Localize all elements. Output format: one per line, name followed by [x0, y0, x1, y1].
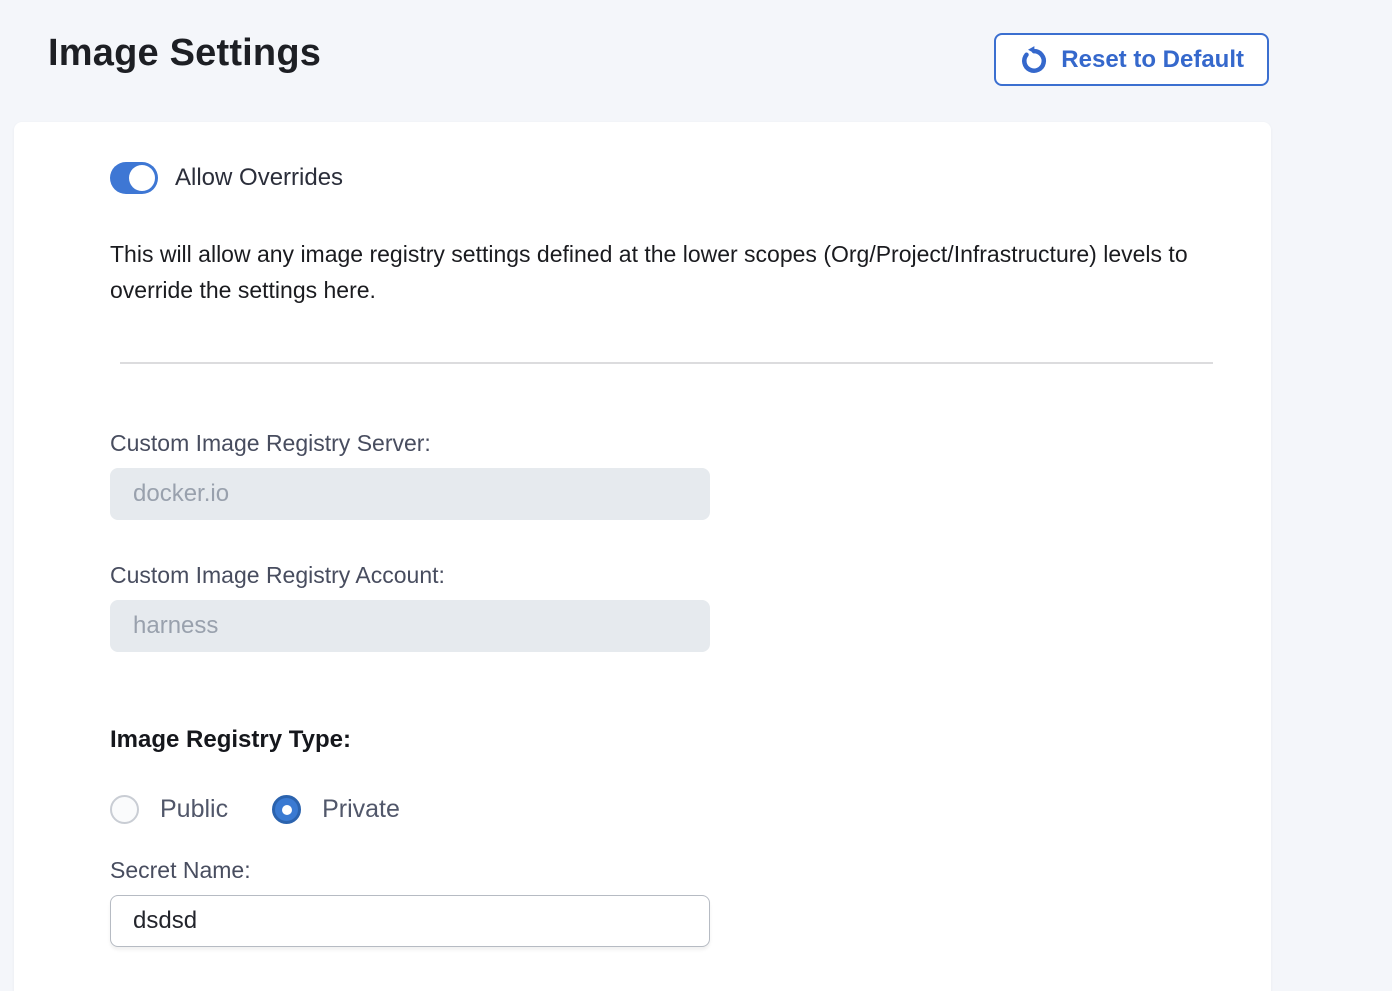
registry-server-field: Custom Image Registry Server:	[110, 430, 1271, 520]
overrides-description: This will allow any image registry setti…	[110, 236, 1228, 308]
reset-icon	[1019, 45, 1049, 75]
page-title: Image Settings	[48, 32, 321, 75]
allow-overrides-row: Allow Overrides	[110, 162, 1271, 194]
radio-label-public: Public	[160, 795, 228, 824]
registry-server-label: Custom Image Registry Server:	[110, 430, 1271, 457]
toggle-knob	[129, 165, 155, 191]
registry-type-label: Image Registry Type:	[110, 726, 1271, 754]
registry-account-field: Custom Image Registry Account:	[110, 562, 1271, 652]
secret-name-label: Secret Name:	[110, 857, 1271, 884]
secret-name-field: Secret Name:	[110, 857, 1271, 947]
allow-overrides-toggle[interactable]	[110, 162, 158, 194]
radio-label-private: Private	[322, 795, 400, 824]
registry-type-options: Public Private	[110, 795, 1271, 824]
reset-to-default-button[interactable]: Reset to Default	[994, 33, 1269, 86]
registry-account-input	[110, 600, 710, 652]
image-settings-page: Image Settings Reset to Default Allow Ov…	[0, 0, 1392, 991]
radio-circle-public[interactable]	[110, 795, 139, 824]
radio-circle-private[interactable]	[272, 795, 301, 824]
page-header: Image Settings Reset to Default	[0, 0, 1392, 122]
secret-name-input[interactable]	[110, 895, 710, 947]
registry-server-input	[110, 468, 710, 520]
radio-option-private[interactable]: Private	[272, 795, 400, 824]
registry-account-label: Custom Image Registry Account:	[110, 562, 1271, 589]
image-settings-card: Allow Overrides This will allow any imag…	[14, 122, 1271, 991]
radio-option-public[interactable]: Public	[110, 795, 228, 824]
section-divider	[120, 362, 1213, 364]
allow-overrides-label: Allow Overrides	[175, 164, 343, 192]
reset-button-label: Reset to Default	[1061, 46, 1244, 74]
